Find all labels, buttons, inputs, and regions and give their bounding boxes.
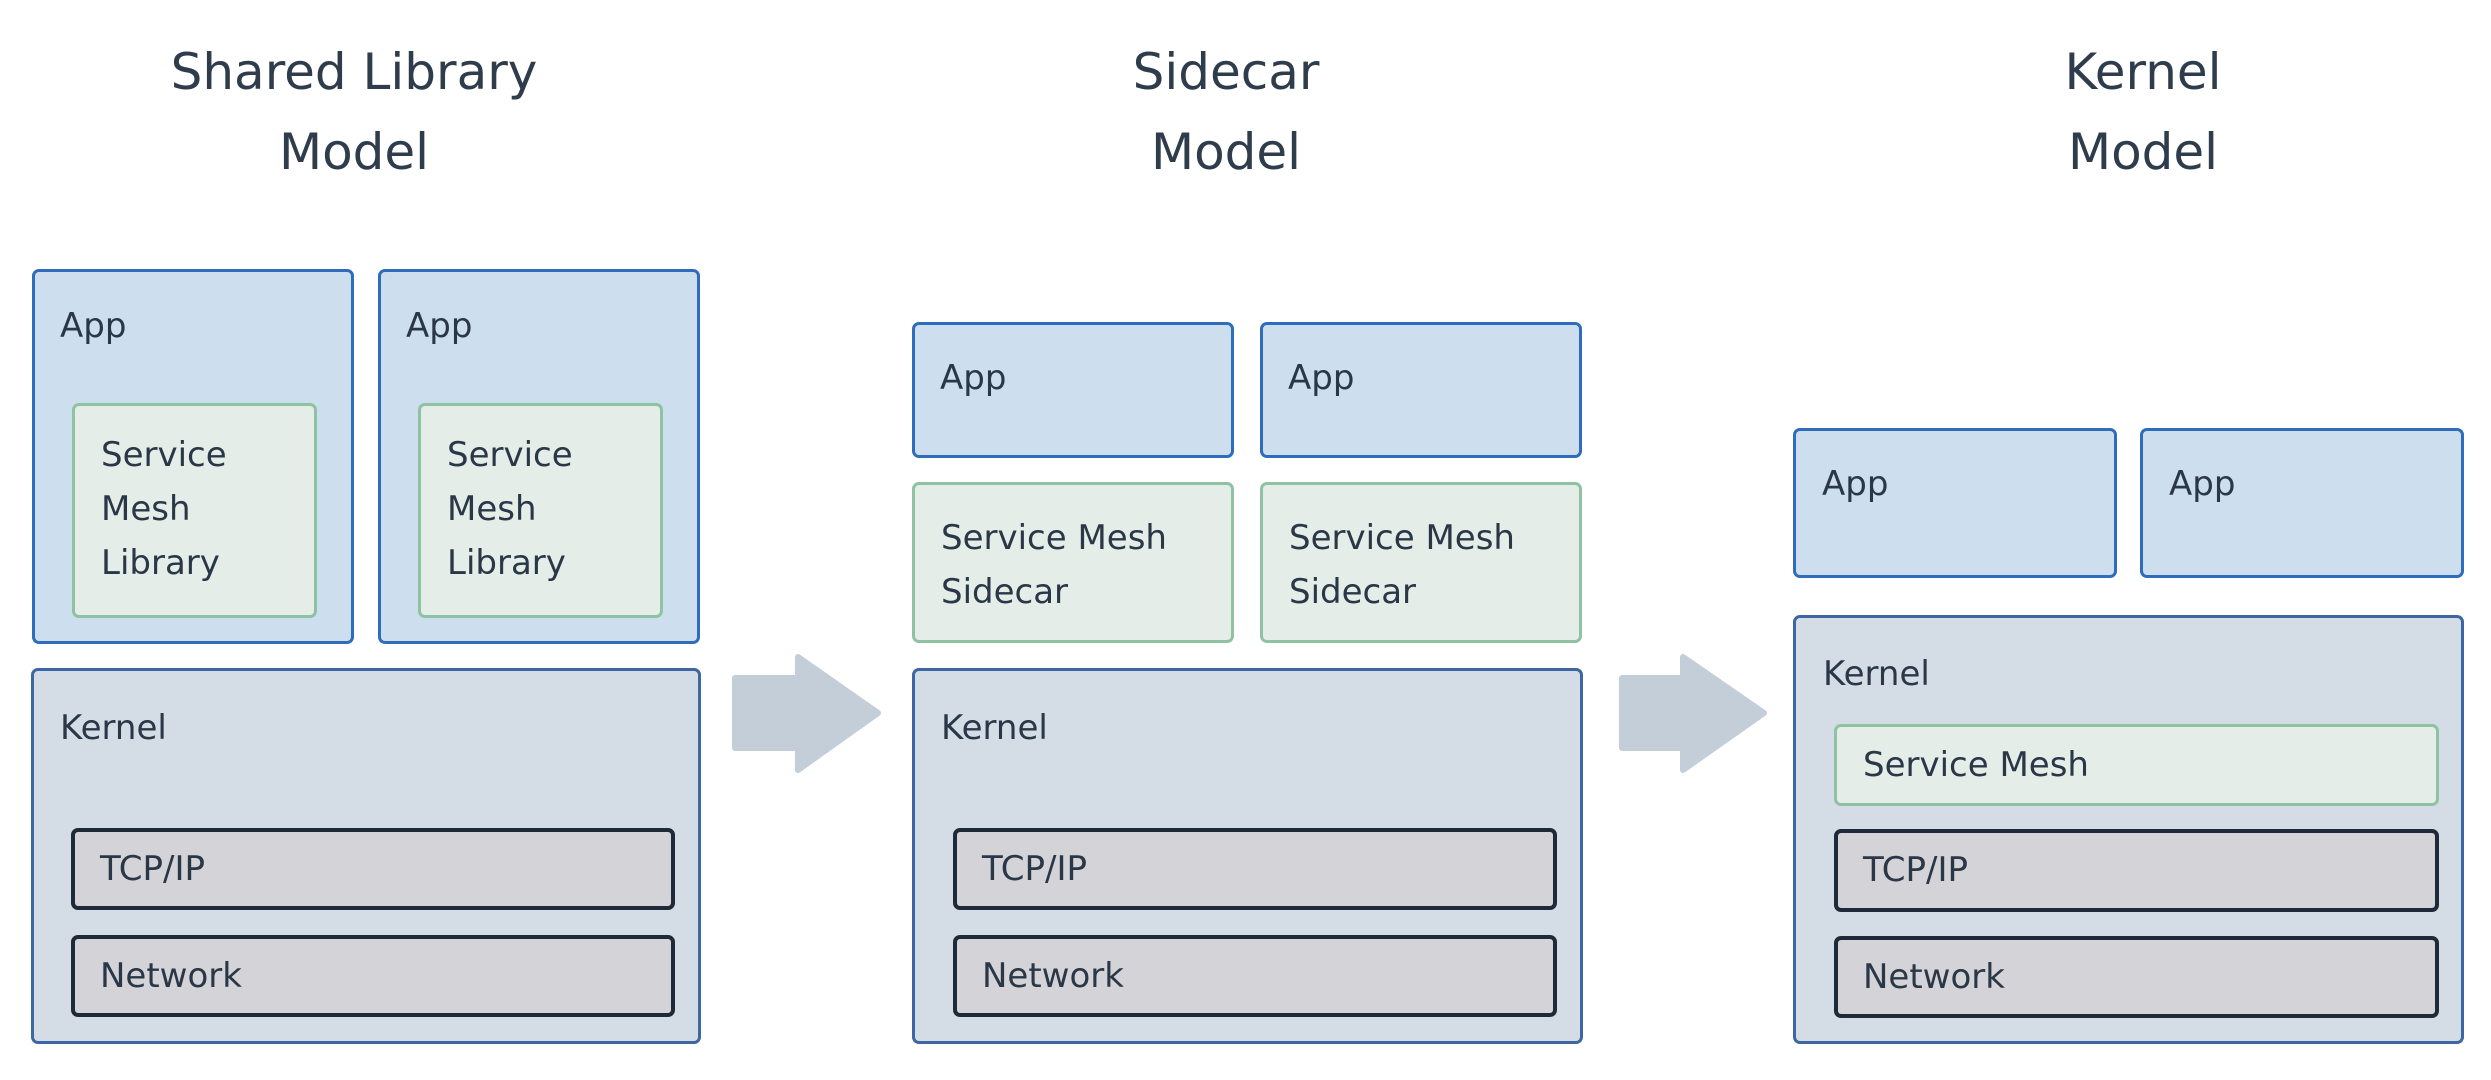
app-box: App bbox=[912, 322, 1234, 458]
kernel-box: Kernel TCP/IP Network bbox=[31, 668, 701, 1044]
right-arrow-icon bbox=[732, 654, 881, 773]
column-title: Shared Library Model bbox=[170, 43, 538, 181]
service-mesh-sidecar-box: Service Mesh Sidecar bbox=[912, 482, 1234, 643]
kernel-label: Kernel bbox=[941, 708, 1048, 748]
app-box: App bbox=[2140, 428, 2464, 578]
service-mesh-library-box: Service Mesh Library bbox=[418, 403, 663, 618]
tcp-ip-label: TCP/IP bbox=[100, 849, 206, 889]
app-label: App bbox=[1822, 464, 1889, 504]
app-label: App bbox=[2169, 464, 2236, 504]
service-mesh-sidecar-label: Service Mesh Sidecar bbox=[941, 518, 1167, 612]
network-label: Network bbox=[982, 956, 1124, 996]
column-title: Sidecar Model bbox=[1132, 43, 1320, 181]
network-layer: Network bbox=[71, 935, 675, 1017]
kernel-label: Kernel bbox=[60, 708, 167, 748]
network-label: Network bbox=[100, 956, 242, 996]
app-box: App Service Mesh Library bbox=[32, 269, 354, 644]
tcp-ip-layer: TCP/IP bbox=[953, 828, 1557, 910]
column-title: Kernel Model bbox=[2064, 43, 2222, 181]
network-layer: Network bbox=[953, 935, 1557, 1017]
app-box: App bbox=[1793, 428, 2117, 578]
app-box: App Service Mesh Library bbox=[378, 269, 700, 644]
service-mesh-label: Service Mesh bbox=[1863, 745, 2089, 785]
app-label: App bbox=[1288, 358, 1355, 398]
service-mesh-sidecar-label: Service Mesh Sidecar bbox=[1289, 518, 1515, 612]
service-mesh-library-label: Service Mesh Library bbox=[447, 435, 573, 583]
service-mesh-layer: Service Mesh bbox=[1834, 724, 2439, 806]
tcp-ip-layer: TCP/IP bbox=[1834, 829, 2439, 912]
tcp-ip-label: TCP/IP bbox=[982, 849, 1088, 889]
app-label: App bbox=[60, 306, 127, 346]
service-mesh-library-box: Service Mesh Library bbox=[72, 403, 317, 618]
service-mesh-sidecar-box: Service Mesh Sidecar bbox=[1260, 482, 1582, 643]
tcp-ip-layer: TCP/IP bbox=[71, 828, 675, 910]
app-label: App bbox=[406, 306, 473, 346]
kernel-label: Kernel bbox=[1823, 654, 1930, 694]
app-label: App bbox=[940, 358, 1007, 398]
tcp-ip-label: TCP/IP bbox=[1863, 850, 1969, 890]
right-arrow-icon bbox=[1619, 654, 1767, 773]
service-mesh-library-label: Service Mesh Library bbox=[101, 435, 227, 583]
network-label: Network bbox=[1863, 957, 2005, 997]
app-box: App bbox=[1260, 322, 1582, 458]
network-layer: Network bbox=[1834, 936, 2439, 1018]
kernel-box: Kernel TCP/IP Network bbox=[912, 668, 1583, 1044]
kernel-box: Kernel Service Mesh TCP/IP Network bbox=[1793, 615, 2464, 1044]
